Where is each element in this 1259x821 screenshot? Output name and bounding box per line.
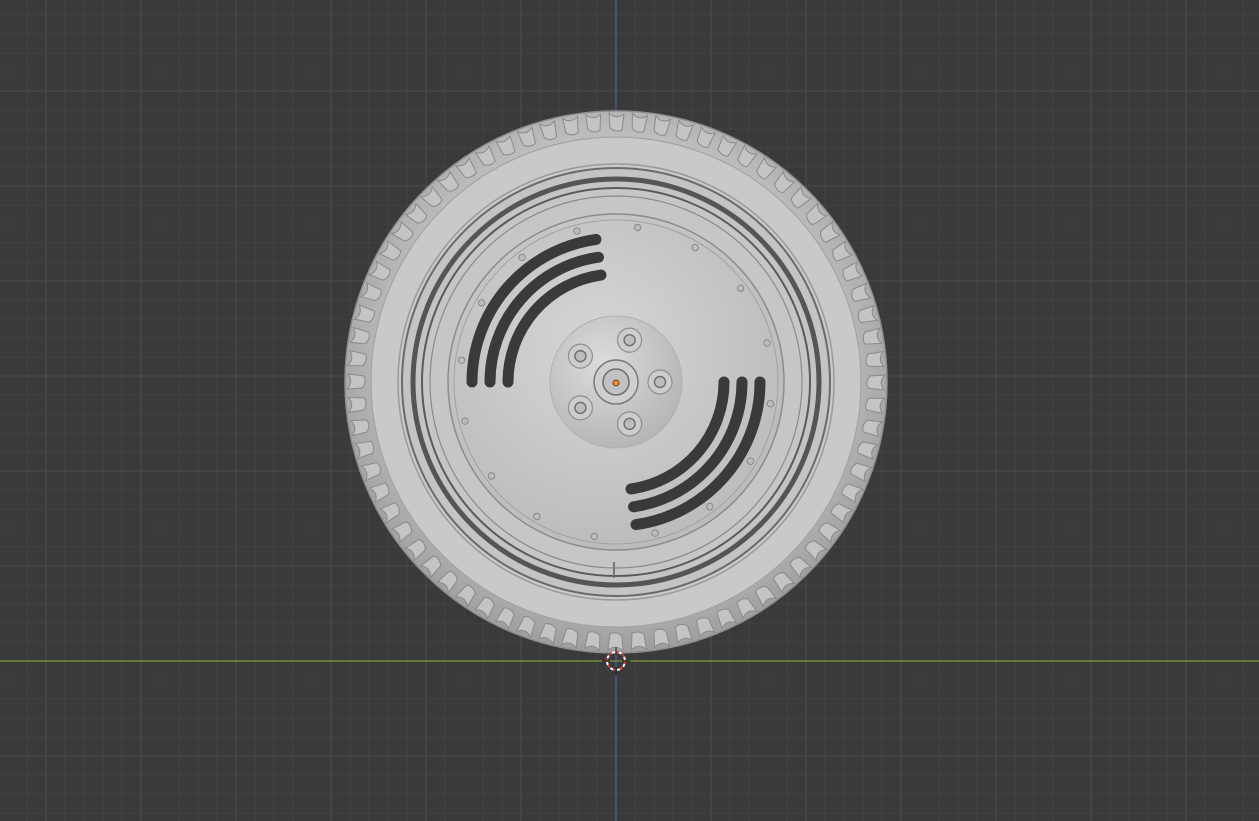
3d-viewport[interactable] [0, 0, 1259, 821]
rivet [706, 502, 714, 511]
lug-nut [616, 327, 643, 353]
origin-point-icon [612, 379, 620, 387]
rivet [533, 512, 541, 521]
viewport-canvas[interactable] [0, 0, 1259, 821]
rivet [477, 299, 486, 307]
lug-nut [567, 395, 594, 421]
lug-nut [567, 343, 594, 369]
rivet [651, 529, 659, 537]
rivet [487, 472, 496, 480]
rivet [590, 532, 598, 541]
rivet [736, 284, 745, 292]
rivet [746, 457, 755, 465]
rivet [573, 227, 581, 235]
rivet [518, 253, 526, 262]
rivet [691, 243, 699, 252]
rivet [461, 417, 469, 425]
lug-nut [616, 411, 643, 437]
rivet [634, 223, 642, 232]
rivet [766, 400, 775, 408]
rivet [457, 356, 466, 364]
rivet [763, 339, 771, 347]
lug-nut [647, 369, 673, 395]
wheel-object[interactable] [344, 110, 888, 654]
